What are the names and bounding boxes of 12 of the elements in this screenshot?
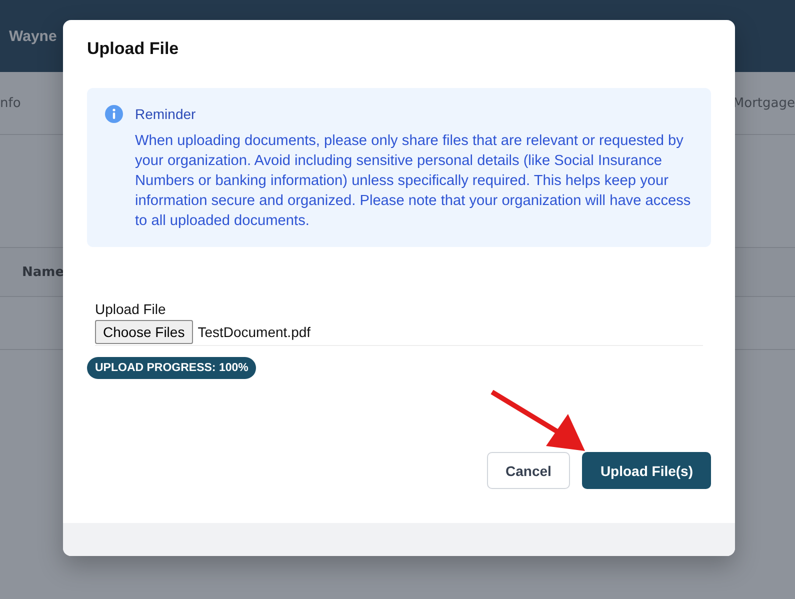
choose-files-button[interactable]: Choose Files	[95, 320, 193, 344]
info-icon	[105, 105, 123, 123]
field-label: Upload File	[95, 301, 167, 317]
upload-button[interactable]: Upload File(s)	[582, 452, 711, 489]
progress-badge: UPLOAD PROGRESS: 100%	[87, 357, 256, 379]
file-name: TestDocument.pdf	[198, 324, 311, 340]
dialog-title: Upload File	[87, 38, 180, 60]
cancel-button[interactable]: Cancel	[486, 452, 570, 489]
app-title: Wayne	[9, 28, 57, 44]
reminder-text: When uploading documents, please only share files that are relevant or requested by your organization. Avoid including sensitive personal details (like Social Insurance Numbers or banking information) unless specifically required. This helps keep your information secure and organized. Please note that your organization will have access to all uploaded documents.	[135, 132, 692, 231]
reminder-title: Reminder	[135, 105, 197, 123]
column-header: Name	[22, 264, 64, 280]
